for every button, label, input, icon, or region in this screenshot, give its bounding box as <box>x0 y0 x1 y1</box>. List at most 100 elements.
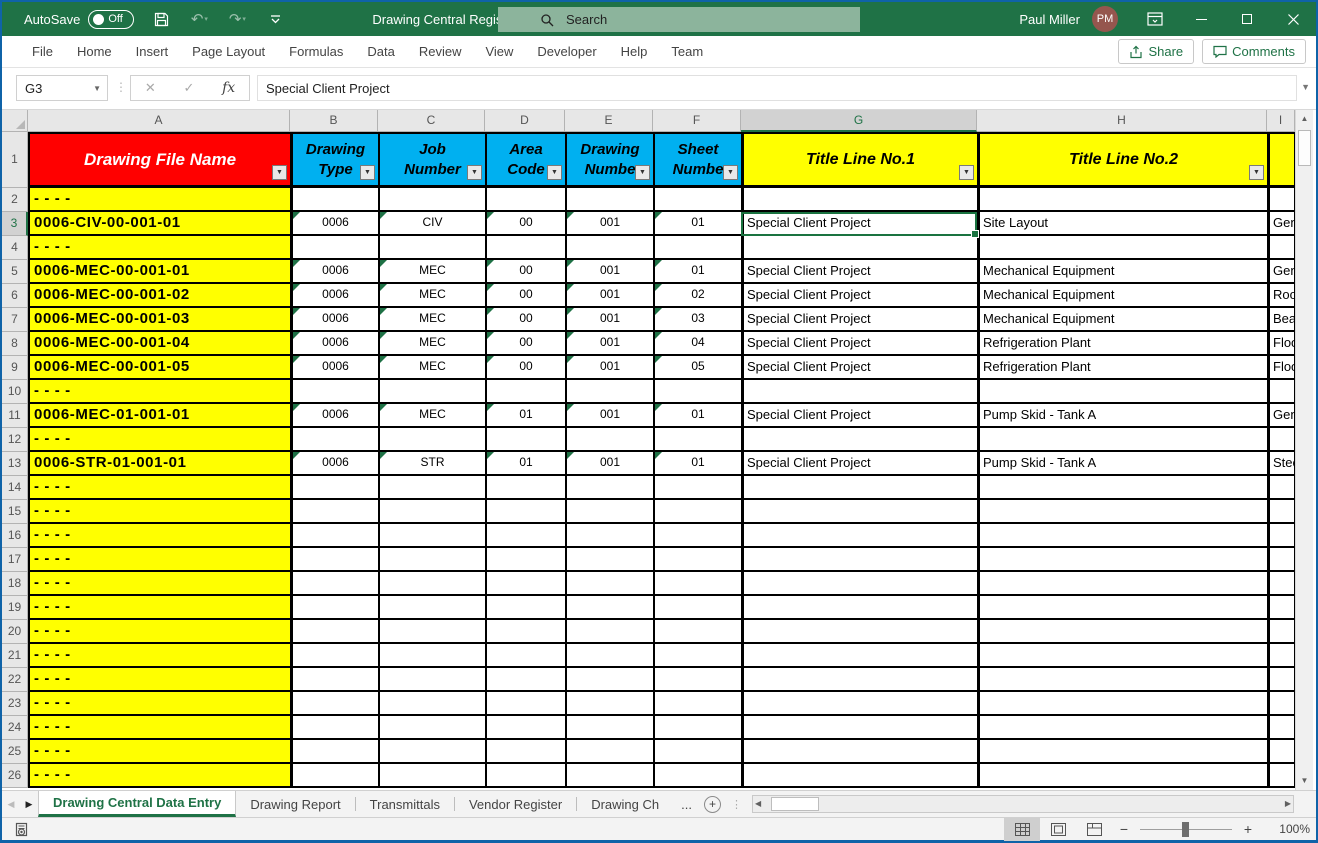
cell-I8[interactable]: Floo <box>1267 332 1295 356</box>
horizontal-scrollbar-thumb[interactable] <box>770 797 819 811</box>
zoom-percent[interactable]: 100% <box>1266 822 1310 836</box>
tabbar-grip[interactable]: ⋮ <box>731 798 742 811</box>
cell-F12[interactable] <box>653 428 741 452</box>
cell-I15[interactable] <box>1267 500 1295 524</box>
cell-C17[interactable] <box>378 548 485 572</box>
row-header-3[interactable]: 3 <box>2 212 28 236</box>
ribbon-tab-view[interactable]: View <box>473 36 525 68</box>
cell-I17[interactable] <box>1267 548 1295 572</box>
cell-B4[interactable] <box>290 236 378 260</box>
cell-I18[interactable] <box>1267 572 1295 596</box>
cell-H8[interactable]: Refrigeration Plant <box>977 332 1267 356</box>
cell-F14[interactable] <box>653 476 741 500</box>
cell-E6[interactable]: 001 <box>565 284 653 308</box>
cell-G4[interactable] <box>741 236 977 260</box>
cell-I13[interactable]: Stee <box>1267 452 1295 476</box>
cell-C14[interactable] <box>378 476 485 500</box>
cell-C26[interactable] <box>378 764 485 788</box>
expand-formula-bar-icon[interactable]: ▼ <box>1301 82 1310 92</box>
cell-G20[interactable] <box>741 620 977 644</box>
cell-A18[interactable]: - - - - <box>28 572 290 596</box>
row-header-15[interactable]: 15 <box>2 500 28 524</box>
cell-E8[interactable]: 001 <box>565 332 653 356</box>
cell-D2[interactable] <box>485 188 565 212</box>
column-header-H[interactable]: H <box>977 110 1267 132</box>
previous-sheet-icon[interactable]: ◀ <box>2 791 20 817</box>
cell-A16[interactable]: - - - - <box>28 524 290 548</box>
cell-G26[interactable] <box>741 764 977 788</box>
cell-E7[interactable]: 001 <box>565 308 653 332</box>
cell-D6[interactable]: 00 <box>485 284 565 308</box>
scroll-up-icon[interactable]: ▲ <box>1296 110 1313 128</box>
row-header-1[interactable]: 1 <box>2 132 28 188</box>
row-header-14[interactable]: 14 <box>2 476 28 500</box>
filter-dropdown-E[interactable]: ▼ <box>635 165 650 180</box>
scroll-down-icon[interactable]: ▼ <box>1296 772 1313 790</box>
cell-D18[interactable] <box>485 572 565 596</box>
vertical-scrollbar[interactable]: ▲ ▼ <box>1295 110 1313 790</box>
cell-D21[interactable] <box>485 644 565 668</box>
column-header-I[interactable]: I <box>1267 110 1295 132</box>
column-header-C[interactable]: C <box>378 110 485 132</box>
insert-function-button[interactable]: fx <box>222 80 235 96</box>
cell-I19[interactable] <box>1267 596 1295 620</box>
cell-G21[interactable] <box>741 644 977 668</box>
cell-B5[interactable]: 0006 <box>290 260 378 284</box>
cell-B26[interactable] <box>290 764 378 788</box>
cell-I2[interactable] <box>1267 188 1295 212</box>
cell-B3[interactable]: 0006 <box>290 212 378 236</box>
select-all-corner[interactable] <box>2 110 28 132</box>
ribbon-tab-help[interactable]: Help <box>609 36 660 68</box>
cell-B18[interactable] <box>290 572 378 596</box>
row-header-17[interactable]: 17 <box>2 548 28 572</box>
row-header-25[interactable]: 25 <box>2 740 28 764</box>
cell-G10[interactable] <box>741 380 977 404</box>
ribbon-tab-team[interactable]: Team <box>659 36 715 68</box>
cell-G11[interactable]: Special Client Project <box>741 404 977 428</box>
cell-D22[interactable] <box>485 668 565 692</box>
cell-A8[interactable]: 0006-MEC-00-001-04 <box>28 332 290 356</box>
cell-C20[interactable] <box>378 620 485 644</box>
share-button[interactable]: Share <box>1118 39 1195 64</box>
cell-C23[interactable] <box>378 692 485 716</box>
cell-E15[interactable] <box>565 500 653 524</box>
row-header-19[interactable]: 19 <box>2 596 28 620</box>
cell-I11[interactable]: Gen <box>1267 404 1295 428</box>
cell-G23[interactable] <box>741 692 977 716</box>
cell-I6[interactable]: Roo <box>1267 284 1295 308</box>
cell-D8[interactable]: 00 <box>485 332 565 356</box>
cell-D25[interactable] <box>485 740 565 764</box>
cell-B19[interactable] <box>290 596 378 620</box>
cell-F19[interactable] <box>653 596 741 620</box>
column-header-E[interactable]: E <box>565 110 653 132</box>
cell-G19[interactable] <box>741 596 977 620</box>
row-header-8[interactable]: 8 <box>2 332 28 356</box>
page-break-preview-button[interactable] <box>1076 818 1112 841</box>
cell-B23[interactable] <box>290 692 378 716</box>
cell-I20[interactable] <box>1267 620 1295 644</box>
ribbon-tab-insert[interactable]: Insert <box>124 36 181 68</box>
cell-B8[interactable]: 0006 <box>290 332 378 356</box>
cell-F2[interactable] <box>653 188 741 212</box>
ribbon-display-options-button[interactable] <box>1132 2 1178 36</box>
cell-C21[interactable] <box>378 644 485 668</box>
cell-G25[interactable] <box>741 740 977 764</box>
cell-C3[interactable]: CIV <box>378 212 485 236</box>
record-macro-button[interactable] <box>14 822 29 837</box>
row-header-6[interactable]: 6 <box>2 284 28 308</box>
cell-G3[interactable]: Special Client Project <box>741 212 977 236</box>
name-box[interactable]: G3 ▼ <box>16 75 108 101</box>
cell-A11[interactable]: 0006-MEC-01-001-01 <box>28 404 290 428</box>
cell-A26[interactable]: - - - - <box>28 764 290 788</box>
cell-B9[interactable]: 0006 <box>290 356 378 380</box>
formula-bar-grip[interactable]: ⋮ <box>115 80 127 94</box>
cell-I26[interactable] <box>1267 764 1295 788</box>
sheet-tab-transmittals[interactable]: Transmittals <box>356 791 454 817</box>
ribbon-tab-home[interactable]: Home <box>65 36 124 68</box>
zoom-slider[interactable] <box>1140 818 1232 841</box>
cell-I9[interactable]: Floo <box>1267 356 1295 380</box>
cell-F3[interactable]: 01 <box>653 212 741 236</box>
cell-A21[interactable]: - - - - <box>28 644 290 668</box>
row-header-18[interactable]: 18 <box>2 572 28 596</box>
cell-C10[interactable] <box>378 380 485 404</box>
